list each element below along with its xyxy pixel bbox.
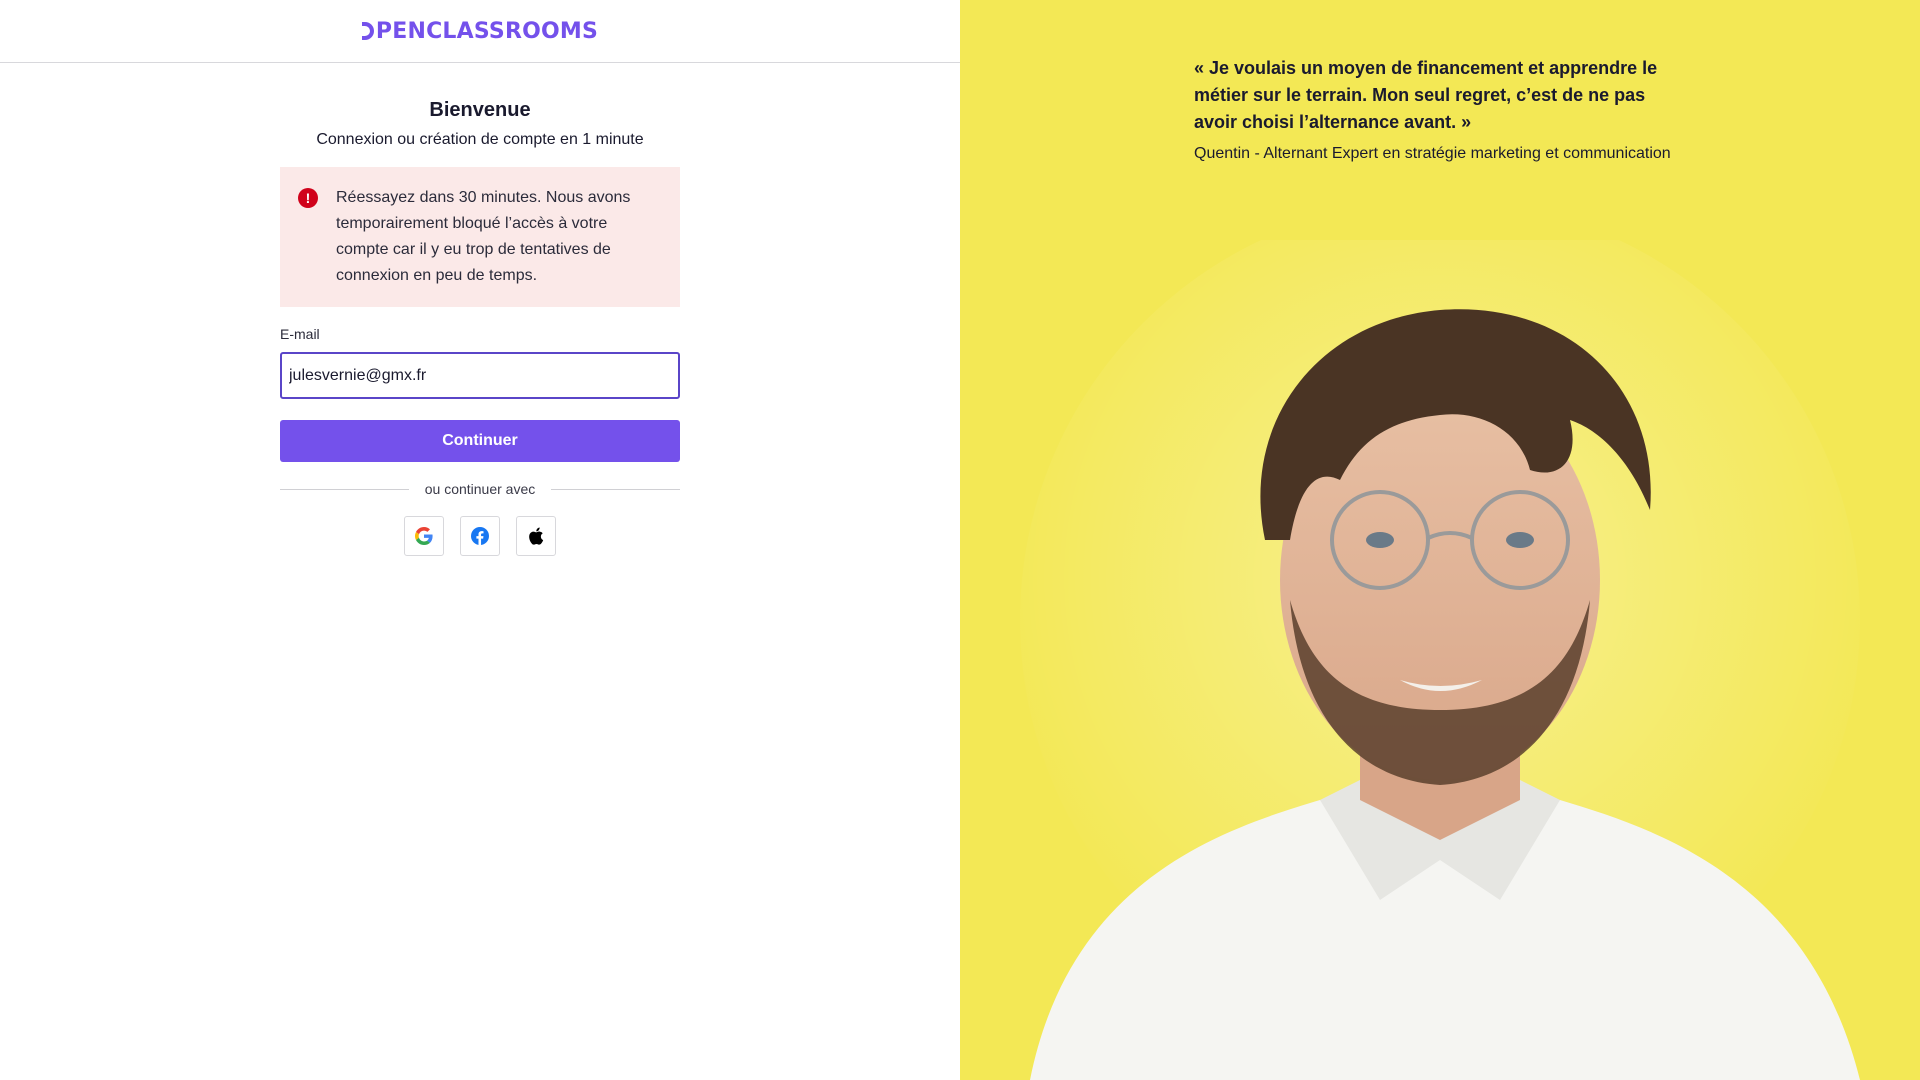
- email-label: E-mail: [280, 326, 320, 342]
- error-alert-text: Réessayez dans 30 minutes. Nous avons te…: [336, 189, 631, 284]
- divider-line-left: [280, 488, 409, 490]
- page-title: Bienvenue: [429, 99, 531, 121]
- login-pane: PENCLASSROOMS Bienvenue Connexion ou cré…: [0, 0, 960, 1080]
- social-login-row: [280, 516, 680, 556]
- logo-mark-icon: [361, 22, 374, 40]
- openclassrooms-logo[interactable]: PENCLASSROOMS: [361, 18, 599, 44]
- google-login-button[interactable]: [404, 516, 444, 556]
- google-icon: [415, 527, 433, 545]
- top-header: PENCLASSROOMS: [0, 0, 960, 63]
- logo-text: PENCLASSROOMS: [375, 18, 599, 44]
- page-subtitle: Connexion ou création de compte en 1 min…: [316, 131, 644, 148]
- apple-login-button[interactable]: [516, 516, 556, 556]
- testimonial-portrait-image: [1020, 240, 1860, 1080]
- testimonial: « Je voulais un moyen de financement et …: [1194, 55, 1684, 167]
- apple-icon: [529, 527, 544, 545]
- or-divider: ou continuer avec: [280, 481, 680, 497]
- facebook-icon: [471, 527, 489, 545]
- continue-button[interactable]: Continuer: [280, 420, 680, 462]
- facebook-login-button[interactable]: [460, 516, 500, 556]
- error-icon: !: [298, 188, 318, 208]
- email-field[interactable]: [280, 352, 680, 399]
- testimonial-quote: « Je voulais un moyen de financement et …: [1194, 58, 1658, 132]
- testimonial-author: Quentin - Alternant Expert en stratégie …: [1194, 145, 1671, 162]
- login-form: Bienvenue Connexion ou création de compt…: [280, 63, 680, 556]
- testimonial-pane: « Je voulais un moyen de financement et …: [960, 0, 1920, 1080]
- divider-text: ou continuer avec: [424, 481, 536, 497]
- error-alert: ! Réessayez dans 30 minutes. Nous avons …: [280, 167, 680, 307]
- divider-line-right: [551, 488, 680, 490]
